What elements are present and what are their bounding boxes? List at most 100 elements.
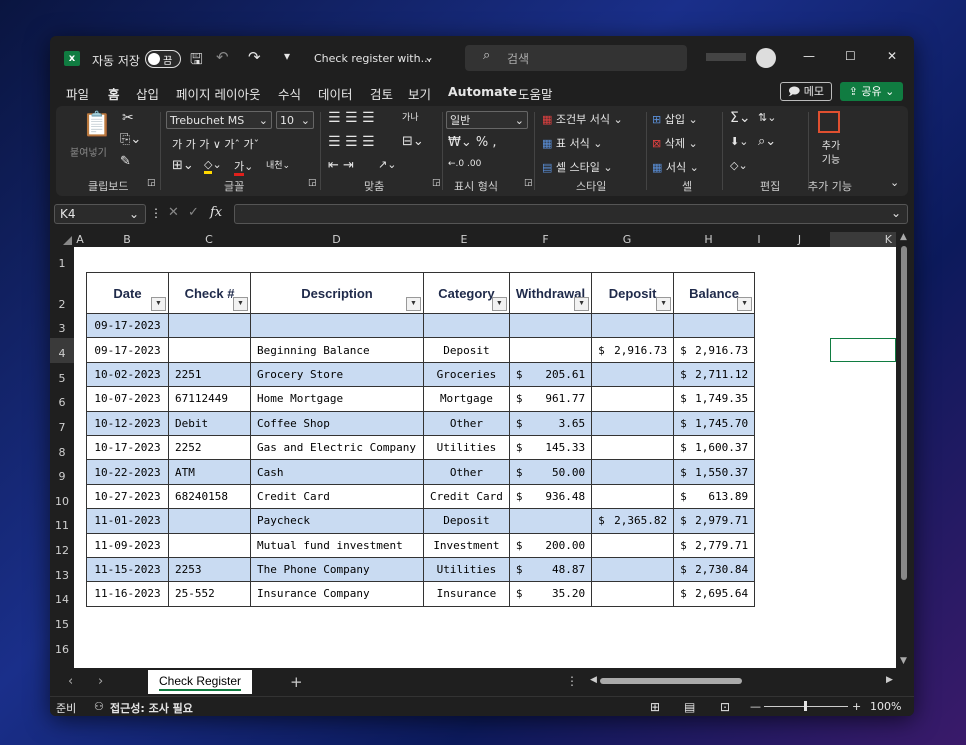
- cell-bal[interactable]: $2,979.71: [673, 508, 756, 534]
- cell-date[interactable]: 11-09-2023: [86, 532, 169, 558]
- cell-check[interactable]: Debit: [168, 410, 251, 436]
- find-icon[interactable]: ⌕⌄: [758, 134, 776, 149]
- row-header-15[interactable]: 15: [50, 609, 74, 634]
- cell-cat[interactable]: Groceries: [423, 361, 510, 388]
- cell-desc[interactable]: Home Mortgage: [250, 386, 424, 412]
- menu-formulas[interactable]: 수식: [278, 84, 301, 103]
- scroll-left-icon[interactable]: ◀: [590, 675, 597, 685]
- header-balance[interactable]: Balance ▼: [673, 272, 756, 314]
- cell-dep[interactable]: [591, 312, 675, 339]
- vertical-scroll-thumb[interactable]: [901, 246, 907, 580]
- cell-bal[interactable]: $1,749.35: [673, 386, 756, 412]
- title-chevron-icon[interactable]: ⌄: [424, 50, 434, 64]
- orientation-icon[interactable]: ↗⌄: [378, 158, 396, 171]
- zoom-slider-thumb[interactable]: [804, 701, 807, 711]
- cell-cat[interactable]: [423, 312, 510, 339]
- conditional-format-button[interactable]: ▦ 조건부 서식 ⌄: [542, 111, 623, 127]
- menu-page-layout[interactable]: 페이지 레이아웃: [176, 84, 260, 103]
- close-button[interactable]: ✕: [887, 49, 897, 63]
- cell-wd[interactable]: $3.65: [508, 410, 593, 436]
- row-header-2[interactable]: 2: [50, 272, 74, 314]
- column-header-g[interactable]: G: [586, 232, 668, 247]
- share-button[interactable]: ⇪ 공유 ⌄: [840, 82, 903, 101]
- prev-sheet-icon[interactable]: ‹: [68, 674, 73, 689]
- cell-dep[interactable]: [591, 434, 675, 461]
- horizontal-scroll-thumb[interactable]: [600, 678, 742, 684]
- menu-insert[interactable]: 삽입: [136, 84, 159, 103]
- menu-file[interactable]: 파일: [66, 84, 89, 103]
- cell-wd[interactable]: $961.77: [508, 386, 593, 412]
- menu-data[interactable]: 데이터: [318, 84, 353, 103]
- minimize-button[interactable]: —: [803, 49, 815, 63]
- cell-wd[interactable]: $200.00: [508, 532, 593, 558]
- maximize-button[interactable]: ☐: [845, 49, 856, 63]
- cell-wd[interactable]: $35.20: [508, 581, 593, 607]
- fill-icon[interactable]: ⬇⌄: [730, 135, 748, 148]
- cell-dep[interactable]: $2,916.73: [591, 337, 675, 363]
- font-color-icon[interactable]: 가⌄: [234, 158, 253, 176]
- row-header-11[interactable]: 11: [50, 511, 74, 535]
- row-header-6[interactable]: 6: [50, 388, 74, 412]
- cell-bal[interactable]: $2,711.12: [673, 361, 756, 388]
- select-all-corner[interactable]: [50, 232, 74, 247]
- enter-icon[interactable]: ✓: [188, 205, 199, 220]
- search-box[interactable]: ⌕ 검색: [465, 45, 687, 71]
- cell-wd[interactable]: $50.00: [508, 459, 593, 485]
- row-header-5[interactable]: 5: [50, 363, 74, 388]
- cell-check[interactable]: 25-552: [168, 581, 251, 607]
- cell-dep[interactable]: [591, 361, 675, 388]
- ribbon-collapse-icon[interactable]: ⌄: [890, 176, 899, 189]
- filter-dropdown-icon[interactable]: ▼: [151, 297, 166, 311]
- row-header-10[interactable]: 10: [50, 486, 74, 511]
- cut-icon[interactable]: ✂: [122, 110, 134, 126]
- cell-check[interactable]: 2252: [168, 434, 251, 461]
- wrap-text-icon[interactable]: 가나: [402, 110, 419, 123]
- currency-icon[interactable]: ₩⌄ % ,: [448, 135, 497, 150]
- column-header-d[interactable]: D: [250, 232, 423, 247]
- avatar[interactable]: [756, 48, 776, 68]
- insert-cells-button[interactable]: ⊞ 삽입 ⌄: [652, 111, 698, 127]
- scroll-down-icon[interactable]: ▼: [900, 656, 907, 666]
- cell-check[interactable]: 2251: [168, 361, 251, 388]
- cell-check[interactable]: 68240158: [168, 483, 251, 510]
- cell-dep[interactable]: $2,365.82: [591, 508, 675, 534]
- cell-desc[interactable]: Grocery Store: [250, 361, 424, 388]
- cell-bal[interactable]: $1,600.37: [673, 434, 756, 461]
- cell-desc[interactable]: Insurance Company: [250, 581, 424, 607]
- save-icon[interactable]: 🖫: [190, 49, 203, 74]
- column-header-h[interactable]: H: [668, 232, 749, 247]
- add-sheet-button[interactable]: +: [290, 673, 303, 691]
- undo-icon[interactable]: ↶: [216, 48, 229, 66]
- cell-desc[interactable]: Beginning Balance: [250, 337, 424, 363]
- cell-desc[interactable]: Coffee Shop: [250, 410, 424, 436]
- decimal-icon[interactable]: ←.0 .00: [448, 159, 481, 169]
- font-size-select[interactable]: 10 ⌄: [276, 111, 314, 129]
- column-header-c[interactable]: C: [168, 232, 250, 247]
- filter-dropdown-icon[interactable]: ▼: [406, 297, 421, 311]
- delete-cells-button[interactable]: ⊠ 삭제 ⌄: [652, 135, 698, 151]
- cell-bal[interactable]: $1,550.37: [673, 459, 756, 485]
- number-launcher-icon[interactable]: ◲: [524, 178, 533, 188]
- cell-date[interactable]: 09-17-2023: [86, 337, 169, 363]
- cell-date[interactable]: 10-17-2023: [86, 434, 169, 461]
- cell-check[interactable]: [168, 532, 251, 558]
- copy-icon[interactable]: ⎘⌄: [120, 132, 141, 147]
- cell-check[interactable]: ATM: [168, 459, 251, 485]
- cell-wd[interactable]: [508, 508, 593, 534]
- header-date[interactable]: Date ▼: [86, 272, 169, 314]
- cell-cat[interactable]: Credit Card: [423, 483, 510, 510]
- cell-date[interactable]: 11-01-2023: [86, 508, 169, 534]
- column-header-b[interactable]: B: [86, 232, 168, 247]
- cell-desc[interactable]: The Phone Company: [250, 556, 424, 583]
- cell-date[interactable]: 09-17-2023: [86, 312, 169, 339]
- document-title[interactable]: Check register with...: [314, 52, 431, 65]
- cell-date[interactable]: 10-07-2023: [86, 386, 169, 412]
- number-format-select[interactable]: 일반 ⌄: [446, 111, 528, 129]
- column-header-j[interactable]: J: [769, 232, 830, 247]
- cell-date[interactable]: 10-12-2023: [86, 410, 169, 436]
- header-description[interactable]: Description ▼: [250, 272, 424, 314]
- cell-wd[interactable]: [508, 337, 593, 363]
- zoom-in-button[interactable]: +: [852, 700, 861, 713]
- cell-check[interactable]: [168, 337, 251, 363]
- cell-date[interactable]: 10-27-2023: [86, 483, 169, 510]
